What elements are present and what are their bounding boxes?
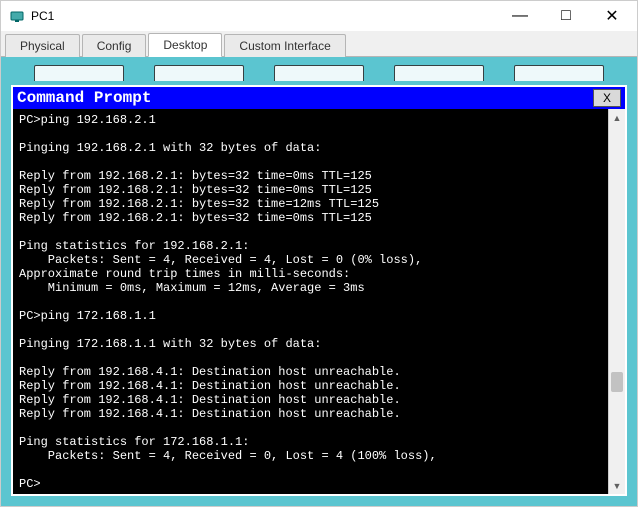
command-prompt-titlebar: Command Prompt X — [13, 87, 625, 109]
titlebar: PC1 — □ ✕ — [1, 1, 637, 31]
scroll-down-button[interactable]: ▼ — [609, 477, 625, 494]
tab-custom-interface[interactable]: Custom Interface — [224, 34, 345, 57]
tab-desktop[interactable]: Desktop — [148, 33, 222, 57]
scroll-up-button[interactable]: ▲ — [609, 109, 625, 126]
app-icon — [9, 8, 25, 24]
close-icon: X — [603, 91, 611, 105]
minimize-button[interactable]: — — [497, 1, 543, 31]
maximize-icon: □ — [561, 7, 571, 25]
tab-label: Physical — [20, 39, 65, 53]
command-prompt-body: PC>ping 192.168.2.1 Pinging 192.168.2.1 … — [13, 109, 625, 494]
chevron-up-icon: ▲ — [613, 113, 622, 123]
minimize-icon: — — [512, 7, 528, 25]
command-prompt-title: Command Prompt — [17, 89, 593, 107]
tab-label: Custom Interface — [239, 39, 330, 53]
close-icon: ✕ — [605, 6, 618, 26]
tab-physical[interactable]: Physical — [5, 34, 80, 57]
scroll-thumb[interactable] — [611, 372, 623, 392]
tabstrip: Physical Config Desktop Custom Interface — [1, 31, 637, 57]
desktop-app-icon[interactable] — [274, 65, 364, 81]
desktop-app-icon[interactable] — [34, 65, 124, 81]
desktop-app-icon[interactable] — [394, 65, 484, 81]
scrollbar: ▲ ▼ — [608, 109, 625, 494]
desktop-app-icon[interactable] — [154, 65, 244, 81]
chevron-down-icon: ▼ — [613, 481, 622, 491]
app-window: PC1 — □ ✕ Physical Config Desktop Custom… — [0, 0, 638, 507]
command-prompt-window: Command Prompt X PC>ping 192.168.2.1 Pin… — [11, 85, 627, 496]
window-title: PC1 — [31, 9, 497, 23]
command-prompt-output[interactable]: PC>ping 192.168.2.1 Pinging 192.168.2.1 … — [13, 109, 608, 494]
tab-config[interactable]: Config — [82, 34, 147, 57]
desktop-icon-row — [11, 65, 627, 81]
scroll-track[interactable] — [609, 126, 625, 477]
window-controls: — □ ✕ — [497, 1, 635, 31]
command-prompt-close-button[interactable]: X — [593, 89, 621, 107]
desktop-area: Command Prompt X PC>ping 192.168.2.1 Pin… — [1, 57, 637, 506]
maximize-button[interactable]: □ — [543, 1, 589, 31]
desktop-app-icon[interactable] — [514, 65, 604, 81]
tab-label: Config — [97, 39, 132, 53]
close-button[interactable]: ✕ — [589, 1, 635, 31]
tab-label: Desktop — [163, 38, 207, 52]
